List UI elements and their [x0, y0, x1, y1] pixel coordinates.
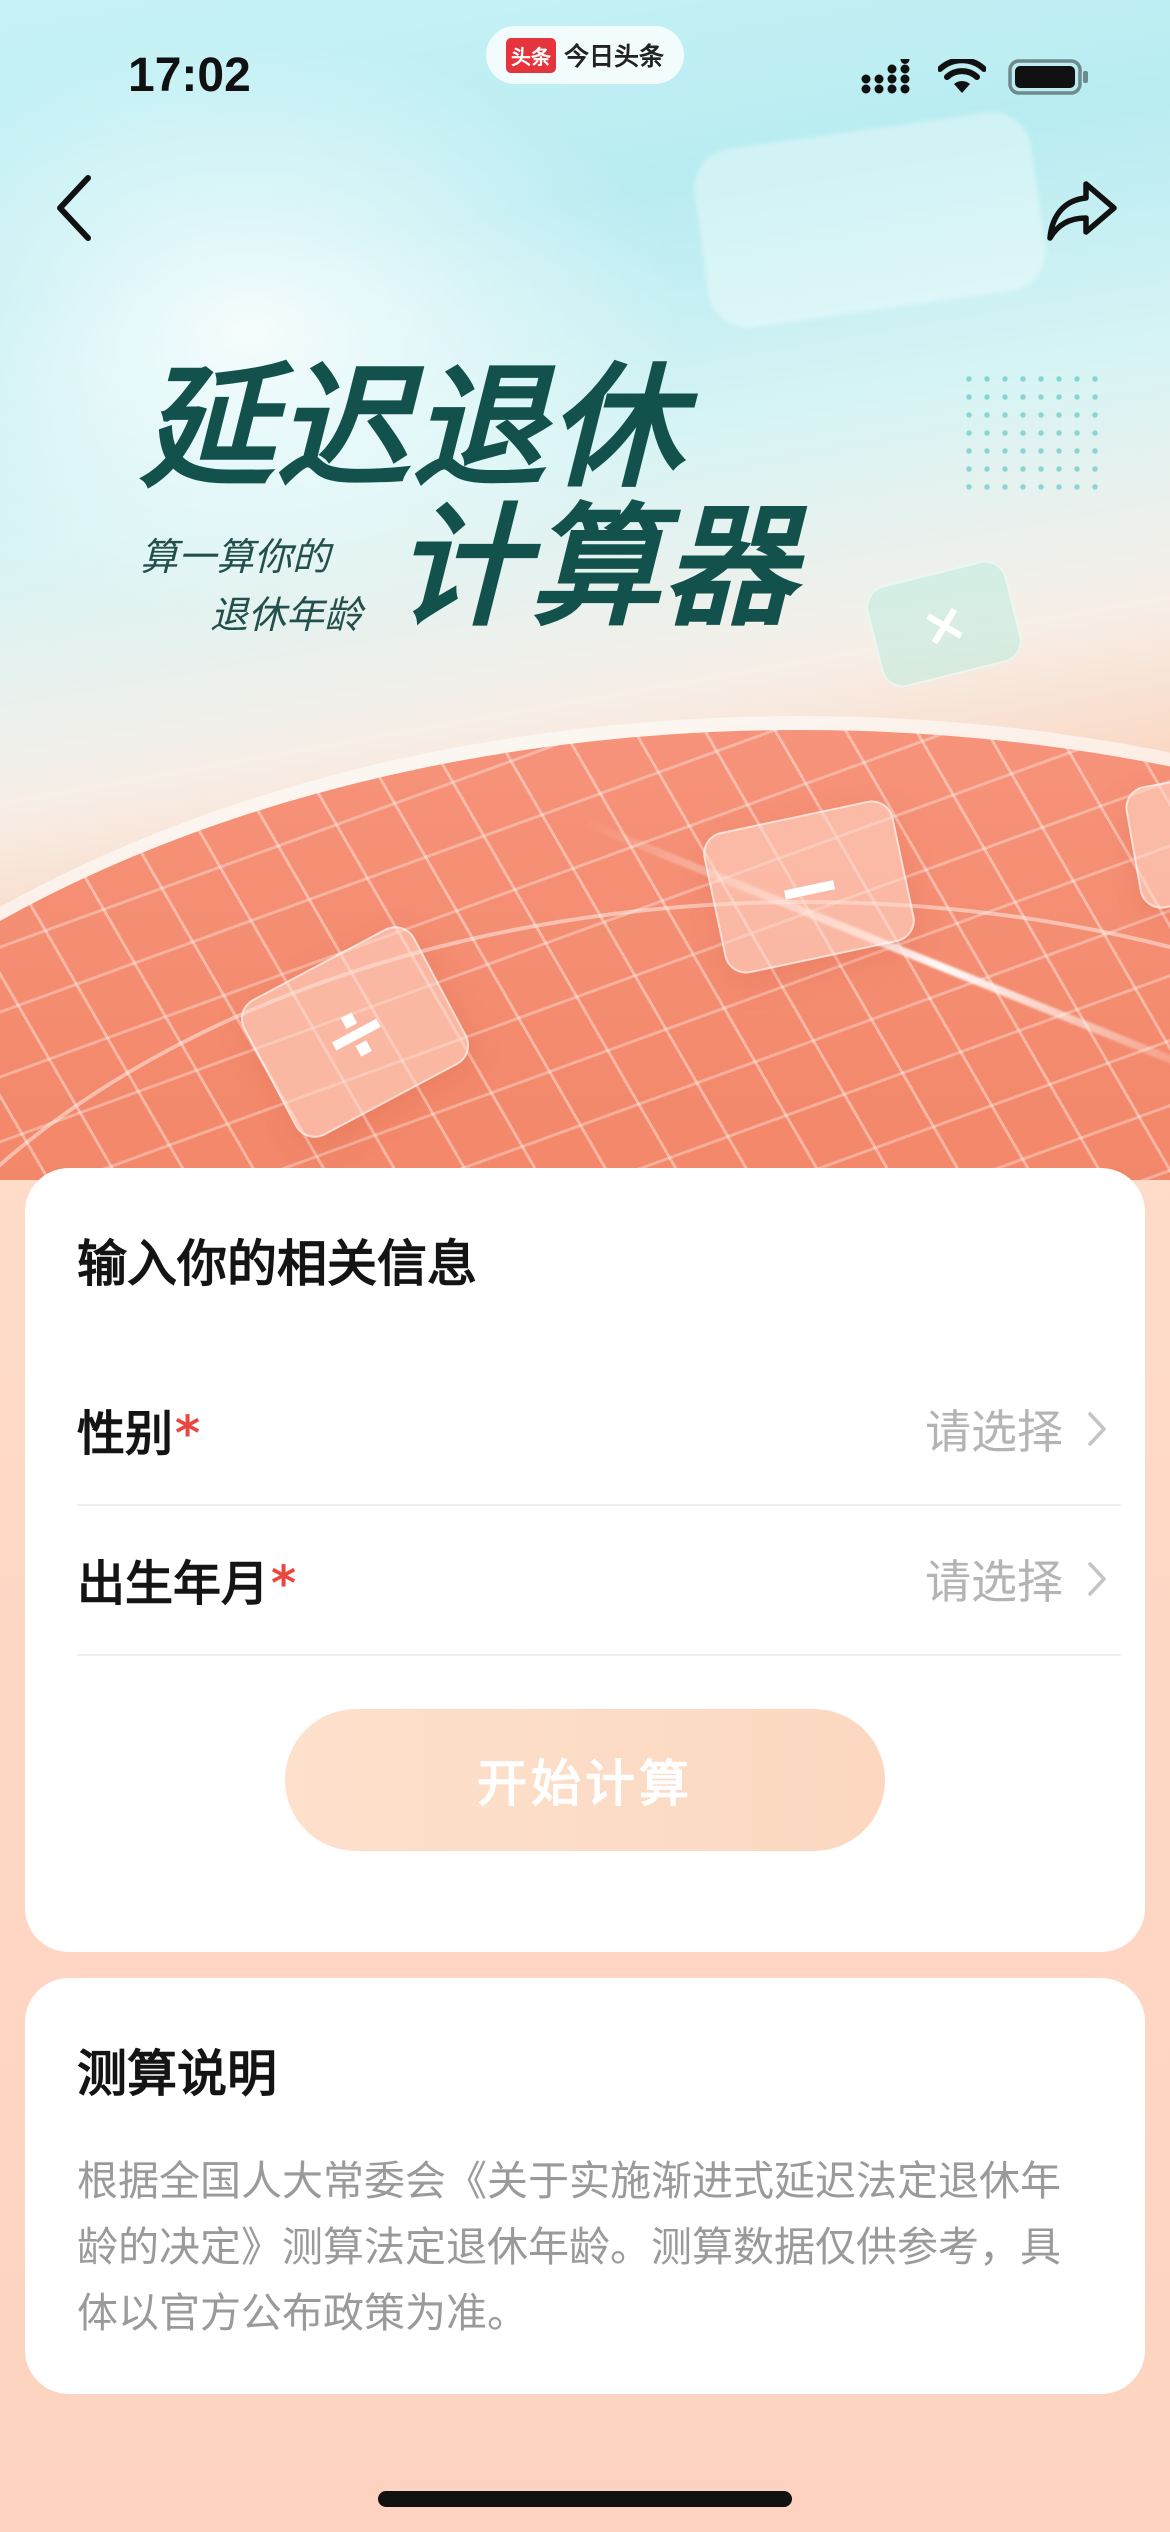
- hero-title-line2: 计算器: [395, 490, 797, 645]
- times-symbol: ×: [914, 587, 974, 661]
- gender-value-area[interactable]: 请选择: [925, 1396, 1121, 1462]
- hero-title-line1: 延迟退休: [140, 348, 685, 506]
- calculation-note-card: 测算说明 根据全国人大常委会《关于实施渐进式延迟法定退休年龄的决定》测算法定退休…: [25, 1978, 1145, 2394]
- required-mark: *: [271, 1556, 297, 1612]
- gender-select-row[interactable]: 性别* 请选择: [77, 1354, 1121, 1506]
- gender-label: 性别*: [77, 1394, 200, 1464]
- hero-subtitle-line1: 算一算你的: [140, 535, 331, 579]
- chevron-right-icon: [1087, 1410, 1107, 1448]
- gender-placeholder: 请选择: [925, 1405, 1063, 1459]
- battery-icon: [1008, 58, 1090, 100]
- share-icon: [1046, 181, 1118, 246]
- info-card-title: 输入你的相关信息: [77, 1235, 477, 1293]
- note-card-title: 测算说明: [77, 2045, 277, 2103]
- share-button[interactable]: [1046, 178, 1118, 242]
- hero-subtitle: 算一算你的 退休年龄: [140, 528, 362, 644]
- birthdate-label: 出生年月*: [77, 1544, 296, 1614]
- info-form-card: 输入你的相关信息 性别* 请选择 出生年月* 请选择 开始计算: [25, 1168, 1145, 1952]
- chevron-right-icon: [1087, 1560, 1107, 1598]
- status-time: 17:02: [128, 49, 251, 102]
- hero-dot-pattern: [960, 370, 1100, 490]
- birthdate-select-row[interactable]: 出生年月* 请选择: [77, 1504, 1121, 1656]
- divide-symbol: ÷: [303, 975, 407, 1089]
- back-button[interactable]: [50, 172, 100, 244]
- app-name: 今日头条: [563, 42, 664, 71]
- times-tile-decoration: ×: [861, 556, 1027, 692]
- status-icons: [860, 55, 1090, 100]
- home-indicator[interactable]: [378, 2491, 792, 2507]
- source-app-pill[interactable]: 头条 今日头条: [486, 26, 684, 84]
- wifi-icon: [937, 57, 987, 99]
- hero-sheen: [689, 107, 1051, 333]
- app-logo: 头条: [505, 37, 556, 73]
- note-card-text: 根据全国人大常委会《关于实施渐进式延迟法定退休年龄的决定》测算法定退休年龄。测算…: [77, 2157, 1061, 2337]
- required-mark: *: [175, 1406, 201, 1462]
- hero-banner: × − ÷ 延迟退休 算一算你的 退休年龄 计算器: [0, 0, 1170, 1180]
- signal-icon: [860, 55, 916, 99]
- chevron-left-icon: [50, 175, 100, 248]
- hero-subtitle-line2: 退休年龄: [210, 593, 363, 637]
- birthdate-label-text: 出生年月: [77, 1556, 270, 1612]
- birthdate-placeholder: 请选择: [925, 1555, 1063, 1609]
- minus-symbol: −: [766, 834, 852, 940]
- birthdate-value-area[interactable]: 请选择: [925, 1546, 1121, 1612]
- start-calculation-button[interactable]: 开始计算: [285, 1709, 885, 1851]
- gender-label-text: 性别: [77, 1406, 174, 1462]
